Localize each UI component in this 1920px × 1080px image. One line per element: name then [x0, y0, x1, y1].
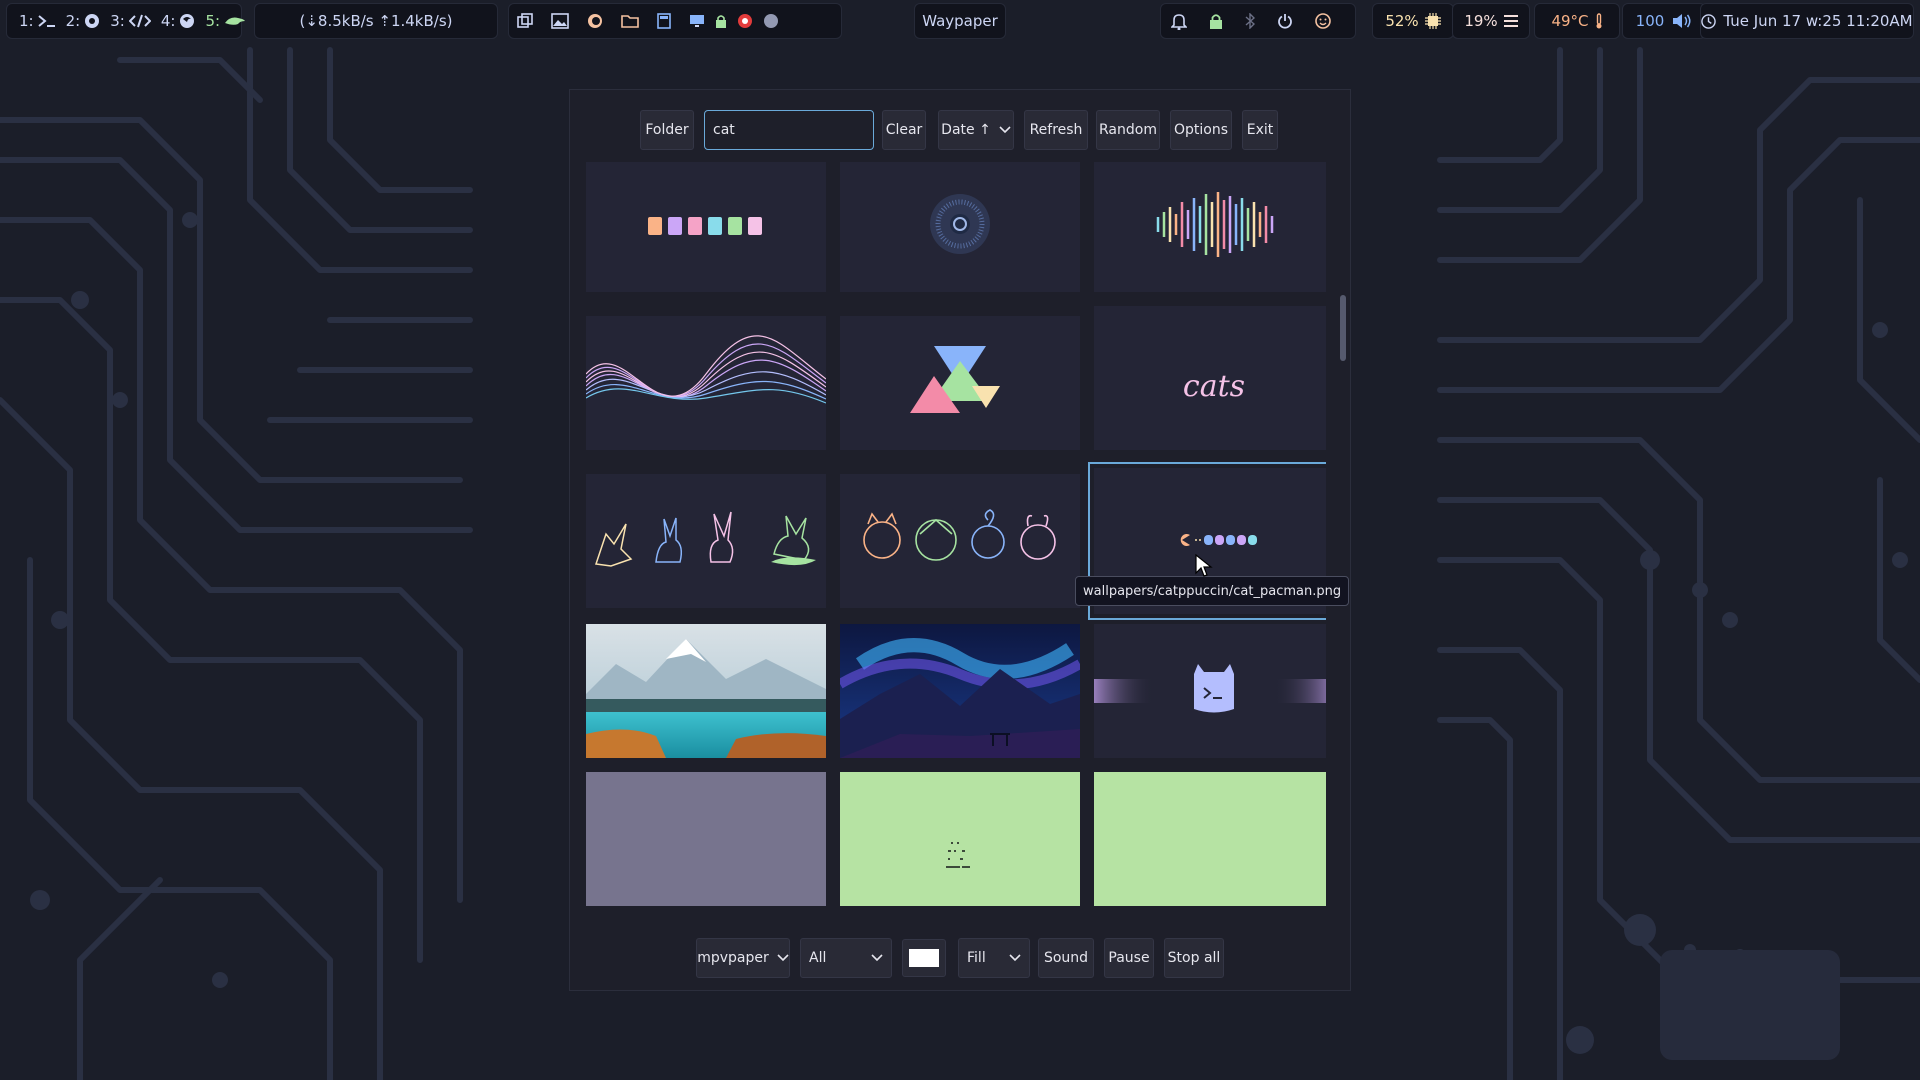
chevron-down-icon — [1009, 954, 1021, 962]
windows-icon[interactable] — [517, 13, 533, 29]
wallpaper-thumbnail[interactable] — [586, 772, 826, 906]
wallpaper-thumbnail[interactable] — [1094, 162, 1326, 292]
wallpaper-thumbnail[interactable] — [586, 316, 826, 450]
clear-button[interactable]: Clear — [882, 110, 926, 150]
pokemon-heads-image — [840, 474, 1080, 608]
menu-lines-icon — [1503, 15, 1518, 27]
catppuccin-palette-image — [586, 162, 826, 292]
wallpaper-thumbnail[interactable] — [586, 624, 826, 758]
code-icon — [128, 14, 151, 28]
gray-solid-image — [586, 772, 826, 906]
window-title: Waypaper — [914, 3, 1006, 39]
color-picker-button[interactable] — [902, 939, 946, 977]
wallpaper-grid: cats — [586, 162, 1326, 910]
calculator-icon[interactable] — [657, 13, 671, 29]
terminal-icon — [37, 14, 56, 28]
wallpaper-thumbnail[interactable] — [1094, 624, 1326, 758]
wallpaper-thumbnail[interactable] — [840, 474, 1080, 608]
record-icon[interactable] — [737, 13, 753, 29]
chevron-down-icon — [871, 954, 883, 962]
image-icon[interactable] — [551, 13, 569, 29]
monitor-dropdown[interactable]: All — [800, 938, 892, 978]
bottom-bar: mpvpaper All Fill Sound Pause Stop all — [570, 938, 1350, 980]
wallpaper-thumbnail[interactable]: cats — [1094, 306, 1326, 450]
chromium-icon — [84, 13, 100, 29]
green-solid-image — [1094, 772, 1326, 906]
green-ascii-cat-image — [840, 772, 1080, 906]
lock-green-icon[interactable] — [715, 14, 727, 28]
radial-circle-image — [840, 162, 1080, 292]
search-input[interactable] — [704, 110, 874, 150]
clock[interactable]: Tue Jun 17 w:25 11:20AM — [1700, 3, 1914, 39]
wallpaper-thumbnail[interactable] — [840, 772, 1080, 906]
cpu-icon — [1424, 13, 1441, 29]
waypaper-window: Folder Clear Date ↑ Refresh Random Optio… — [570, 90, 1350, 990]
lizard-icon — [224, 15, 246, 27]
top-bar: 1: 2: 3: 4: 5: (⇣8.5kB/s ⇡1.4kB/s) Waypa… — [0, 0, 1920, 44]
fill-dropdown[interactable]: Fill — [958, 938, 1030, 978]
exit-button[interactable]: Exit — [1242, 110, 1278, 150]
speaker-icon — [1672, 13, 1692, 29]
bell-icon[interactable] — [1171, 12, 1187, 30]
thermometer-icon — [1595, 13, 1603, 29]
refresh-button[interactable]: Refresh — [1024, 110, 1088, 150]
random-button[interactable]: Random — [1096, 110, 1160, 150]
wallpaper-thumbnail[interactable] — [586, 474, 826, 608]
wallpaper-thumbnail[interactable] — [1094, 772, 1326, 906]
lock-icon[interactable] — [1209, 13, 1223, 29]
cats-text-image: cats — [1094, 306, 1326, 450]
workspace-4[interactable]: 4: — [161, 12, 196, 30]
workspace-1[interactable]: 1: — [19, 12, 56, 30]
smiley-icon[interactable] — [1315, 13, 1331, 29]
sort-dropdown[interactable]: Date ↑ — [938, 110, 1014, 150]
workspace-3[interactable]: 3: — [110, 12, 151, 30]
firefox-tray-icon[interactable] — [587, 13, 603, 29]
network-speed: (⇣8.5kB/s ⇡1.4kB/s) — [254, 3, 498, 39]
workspace-5[interactable]: 5: — [205, 12, 246, 30]
toolbar: Folder Clear Date ↑ Refresh Random Optio… — [570, 110, 1350, 152]
chevron-down-icon — [777, 954, 789, 962]
bluetooth-icon[interactable] — [1245, 13, 1255, 29]
monitor-icon[interactable] — [689, 14, 705, 28]
folder-icon[interactable] — [621, 14, 639, 28]
memory-usage[interactable]: 19% — [1452, 3, 1530, 39]
workspaces: 1: 2: 3: 4: 5: — [6, 3, 246, 39]
svg-text:cats: cats — [1183, 369, 1245, 404]
options-button[interactable]: Options — [1170, 110, 1232, 150]
aurora-mountains-image — [840, 624, 1080, 758]
clock-icon — [1701, 13, 1717, 29]
firefox-icon — [179, 13, 195, 29]
stop-all-button[interactable]: Stop all — [1164, 938, 1224, 978]
power-icon[interactable] — [1277, 13, 1293, 29]
pokemon-outlines-image — [586, 474, 826, 608]
triangles-image — [840, 316, 1080, 450]
mouse-cursor-icon — [1195, 553, 1213, 582]
grid-scrollbar[interactable] — [1340, 295, 1346, 361]
cpu-usage[interactable]: 52% — [1372, 3, 1454, 39]
mountain-lake-image — [586, 624, 826, 758]
chevron-down-icon — [999, 126, 1011, 134]
wallpaper-thumbnail[interactable] — [840, 162, 1080, 292]
backend-dropdown[interactable]: mpvpaper — [696, 938, 790, 978]
sound-button[interactable]: Sound — [1038, 938, 1094, 978]
wallpaper-thumbnail[interactable] — [840, 316, 1080, 450]
workspace-2[interactable]: 2: — [66, 12, 101, 30]
terminal-cat-image — [1094, 624, 1326, 758]
wallpaper-thumbnail[interactable] — [840, 624, 1080, 758]
tray-apps — [508, 3, 842, 39]
temperature[interactable]: 49°C — [1534, 3, 1620, 39]
app-gray-icon[interactable] — [763, 13, 779, 29]
wallpaper-thumbnail[interactable] — [586, 162, 826, 292]
pause-button[interactable]: Pause — [1104, 938, 1154, 978]
volume[interactable]: 100 — [1622, 3, 1706, 39]
color-swatch — [909, 949, 939, 967]
wavy-lines-image — [586, 316, 826, 450]
folder-button[interactable]: Folder — [640, 110, 694, 150]
system-toggles — [1160, 3, 1356, 39]
sound-wave-image — [1094, 162, 1326, 292]
